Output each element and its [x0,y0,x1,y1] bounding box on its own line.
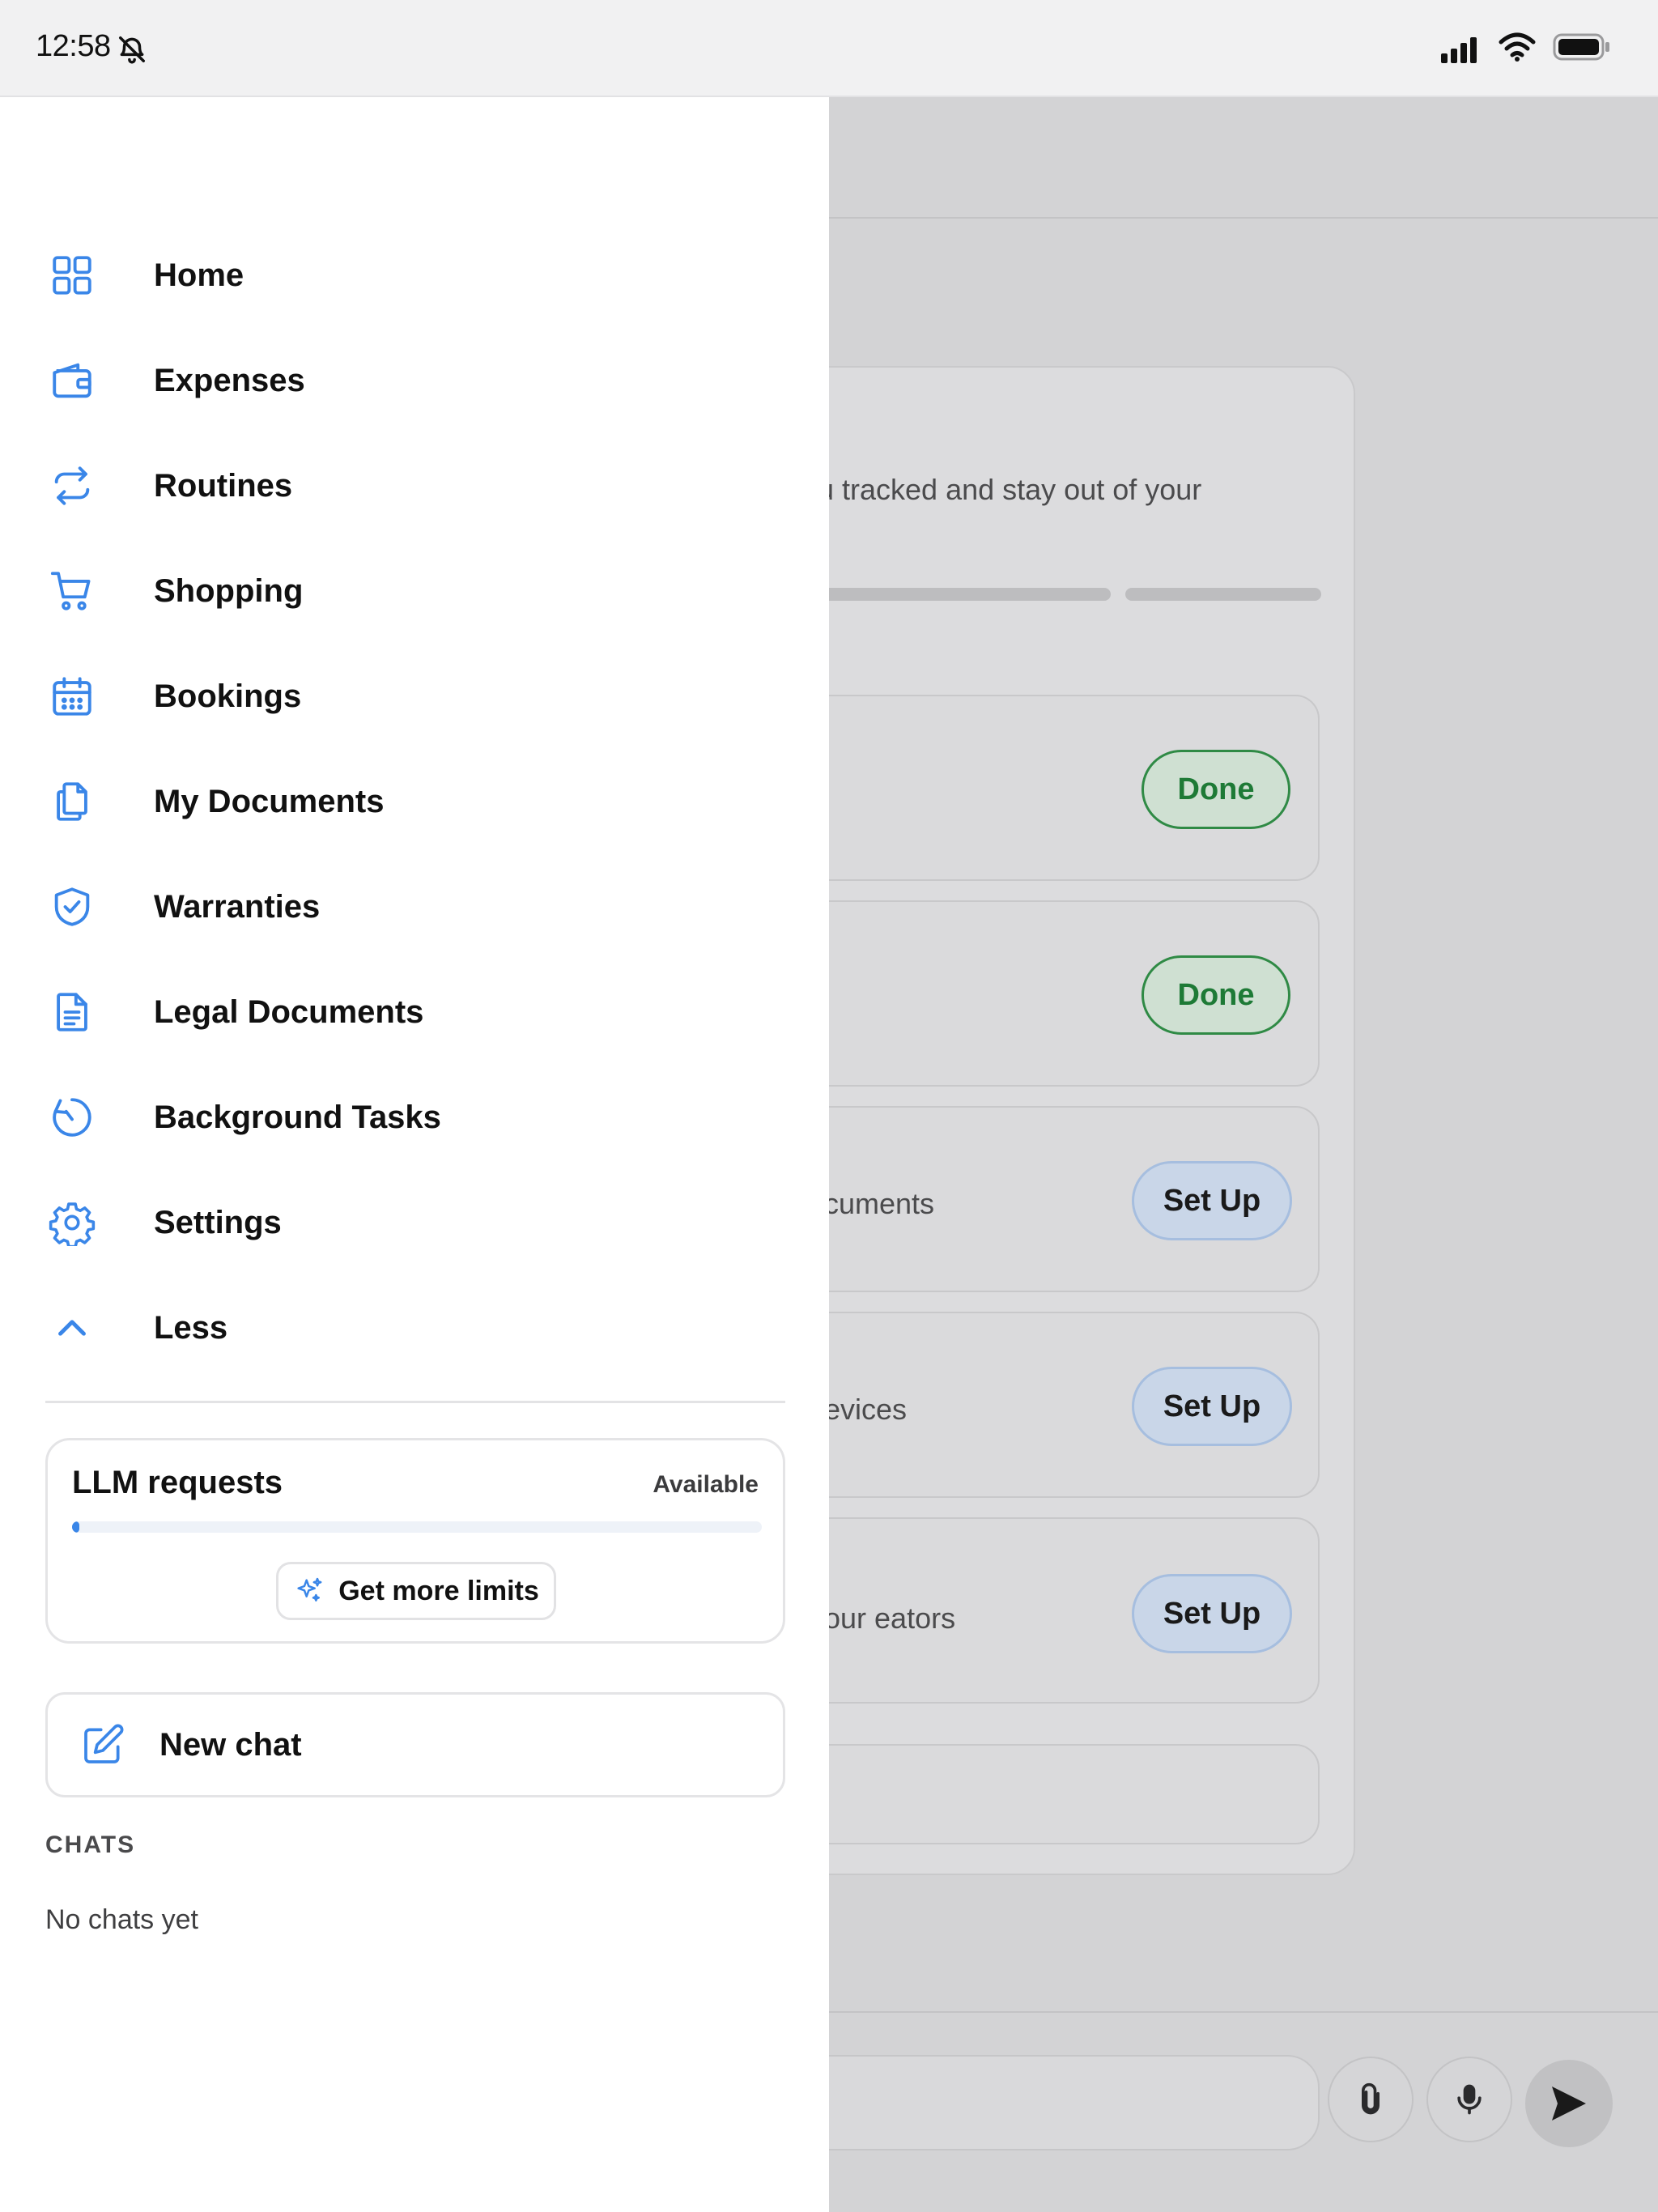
llm-usage-fill [72,1521,79,1533]
nav-label: Less [154,1309,228,1346]
paperclip-icon [1362,2082,1380,2115]
wifi-icon [1499,32,1536,62]
nav-item-expenses[interactable]: Expenses [49,340,777,421]
setup-row-text: cuments [824,1187,935,1220]
sparkles-icon [297,1577,322,1602]
microphone-icon [1457,2084,1482,2115]
calendar-icon [53,677,91,716]
nav-item-routines[interactable]: Routines [49,445,777,526]
send-icon [1552,2087,1586,2121]
get-more-limits-button[interactable]: Get more limits [276,1562,556,1620]
done-button[interactable]: Done [1141,750,1290,829]
new-chat-button[interactable]: New chat [45,1692,785,1797]
setup-intro-text: u tracked and stay out of your [818,473,1202,506]
send-button[interactable] [1525,2060,1613,2147]
setup-button[interactable]: Set Up [1132,1161,1292,1240]
shield-check-icon [54,887,90,926]
nav-label: Expenses [154,362,305,398]
setup-button[interactable]: Set Up [1132,1574,1292,1653]
status-time: 12:58 [36,29,111,63]
nav-label: Legal Documents [154,993,424,1030]
chats-empty-state: No chats yet [45,1904,198,1935]
setup-progress-segment [1125,588,1321,601]
nav-item-warranties[interactable]: Warranties [49,866,777,947]
documents-icon [57,782,87,821]
nav-label: Home [154,257,244,293]
done-button[interactable]: Done [1141,955,1290,1035]
nav-item-less[interactable]: Less [49,1287,777,1368]
repeat-icon [54,466,90,505]
grid-icon [53,256,91,295]
nav-item-bookings[interactable]: Bookings [49,656,777,737]
file-text-icon [57,993,87,1032]
nav-label: Settings [154,1204,282,1240]
microphone-button[interactable] [1426,2057,1512,2142]
attach-button[interactable] [1328,2057,1414,2142]
message-input[interactable] [793,2055,1320,2150]
nav-item-my-documents[interactable]: My Documents [49,761,777,842]
nav-item-legal-documents[interactable]: Legal Documents [49,972,777,1053]
nav-label: Background Tasks [154,1099,441,1135]
chats-heading: CHATS [45,1831,136,1858]
new-chat-label: New chat [159,1726,302,1763]
setup-button[interactable]: Set Up [1132,1367,1292,1446]
composer-divider [829,2011,1658,2013]
llm-requests-status: Available [653,1471,759,1498]
bell-muted-icon [119,36,145,64]
setup-row-text: our eators [824,1602,956,1635]
setup-row-text: evices [824,1393,908,1426]
nav-item-shopping[interactable]: Shopping [49,551,777,632]
nav-label: Bookings [154,678,302,714]
llm-requests-title: LLM requests [72,1465,283,1500]
nav-item-settings[interactable]: Settings [49,1182,777,1263]
signal-icon [1441,37,1477,63]
llm-requests-card: LLM requests Available Get more limits [45,1438,785,1644]
nav-item-background-tasks[interactable]: Background Tasks [49,1077,777,1158]
nav-item-home[interactable]: Home [49,235,777,316]
navigation-drawer: Home Expenses Routines Shopping Bookings [0,97,829,2212]
drawer-divider [45,1401,785,1403]
gear-icon [49,1202,96,1246]
battery-icon [1553,33,1609,61]
nav-label: Routines [154,467,293,504]
wallet-icon [53,363,91,398]
cart-icon [50,572,91,610]
chevron-up-icon [58,1320,86,1336]
llm-usage-bar [72,1521,762,1533]
nav-label: Warranties [154,888,321,925]
nav-label: Shopping [154,572,304,609]
setup-progress-segment [818,588,1111,601]
timer-icon [53,1098,91,1137]
nav-label: My Documents [154,783,385,819]
status-bar: 12:58 [0,0,1658,97]
header-divider [829,217,1658,219]
compose-icon [84,1724,124,1763]
get-more-limits-label: Get more limits [338,1575,539,1606]
